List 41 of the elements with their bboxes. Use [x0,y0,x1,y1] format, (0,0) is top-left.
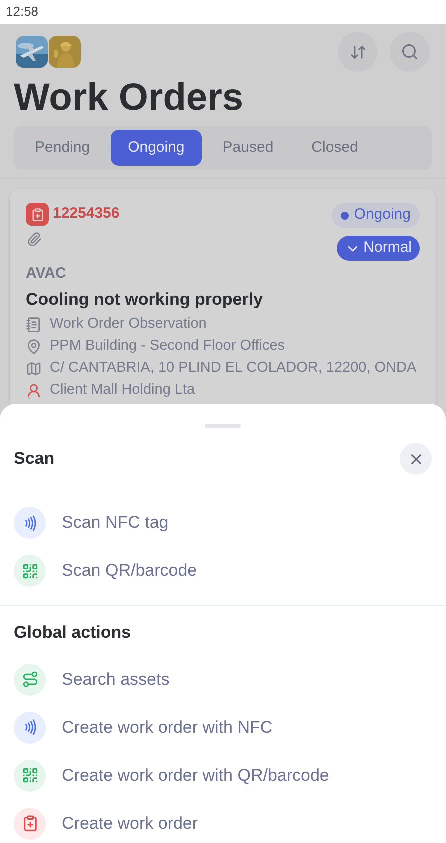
route-icon [14,664,46,696]
close-button[interactable] [400,443,432,475]
search-icon [401,43,419,61]
order-number: 12254356 [53,204,120,224]
sort-arrows-icon [350,44,366,60]
category-label: AVAC [26,264,68,284]
clipboard-icon [26,203,49,226]
notebook-icon [26,316,42,332]
section-title: Global actions [13,622,132,644]
status-time: 12:58 [6,3,39,22]
action-item[interactable]: Create work order with NFC [0,704,446,752]
clipboard-plus-icon [14,808,46,840]
order-title: Cooling not working properly [26,288,264,311]
work-order-card[interactable]: 12254356 Ongoing Normal AVAC Cooling not working properly Work Order Observation PPM Building - Second Floor Offices C/ CANTABRIA, 10 PLIND EL COLADOR, 12200, ONDA Client Mall Holding Lta [10,189,436,404]
user-icon [26,382,42,398]
action-item[interactable]: Search assets [0,656,446,704]
qr-code-icon [14,555,46,587]
filter-tab[interactable]: Paused [206,130,291,166]
detail-text: C/ CANTABRIA, 10 PLIND EL COLADOR, 12200, ONDA [50,358,417,378]
filter-tab[interactable]: Pending [18,130,108,166]
detail-text: PPM Building - Second Floor Offices [50,336,286,356]
nfc-icon [14,507,46,539]
detail-text: Work Order Observation [50,314,207,334]
detail-text: Client Mall Holding Lta [50,380,196,400]
map-pin-icon [26,338,42,354]
map-icon [26,360,42,376]
paperclip-icon [27,232,42,247]
action-item[interactable]: Scan QR/barcode [0,547,446,595]
action-item[interactable]: Scan NFC tag [0,499,446,547]
action-item[interactable]: Create work order with QR/barcode [0,752,446,800]
filter-tab[interactable]: Closed [294,130,376,166]
page-title: Work Orders [14,76,244,120]
nfc-icon [14,712,46,744]
priority-badge: Normal [336,236,420,261]
sheet-title: Scan [14,448,55,470]
qr-code-icon [14,760,46,792]
sort-button[interactable] [338,32,378,72]
action-item[interactable]: Create work order [0,800,446,843]
search-button[interactable] [390,32,430,72]
filter-tab[interactable]: Ongoing [111,130,202,166]
status-badge: Ongoing [332,203,420,228]
